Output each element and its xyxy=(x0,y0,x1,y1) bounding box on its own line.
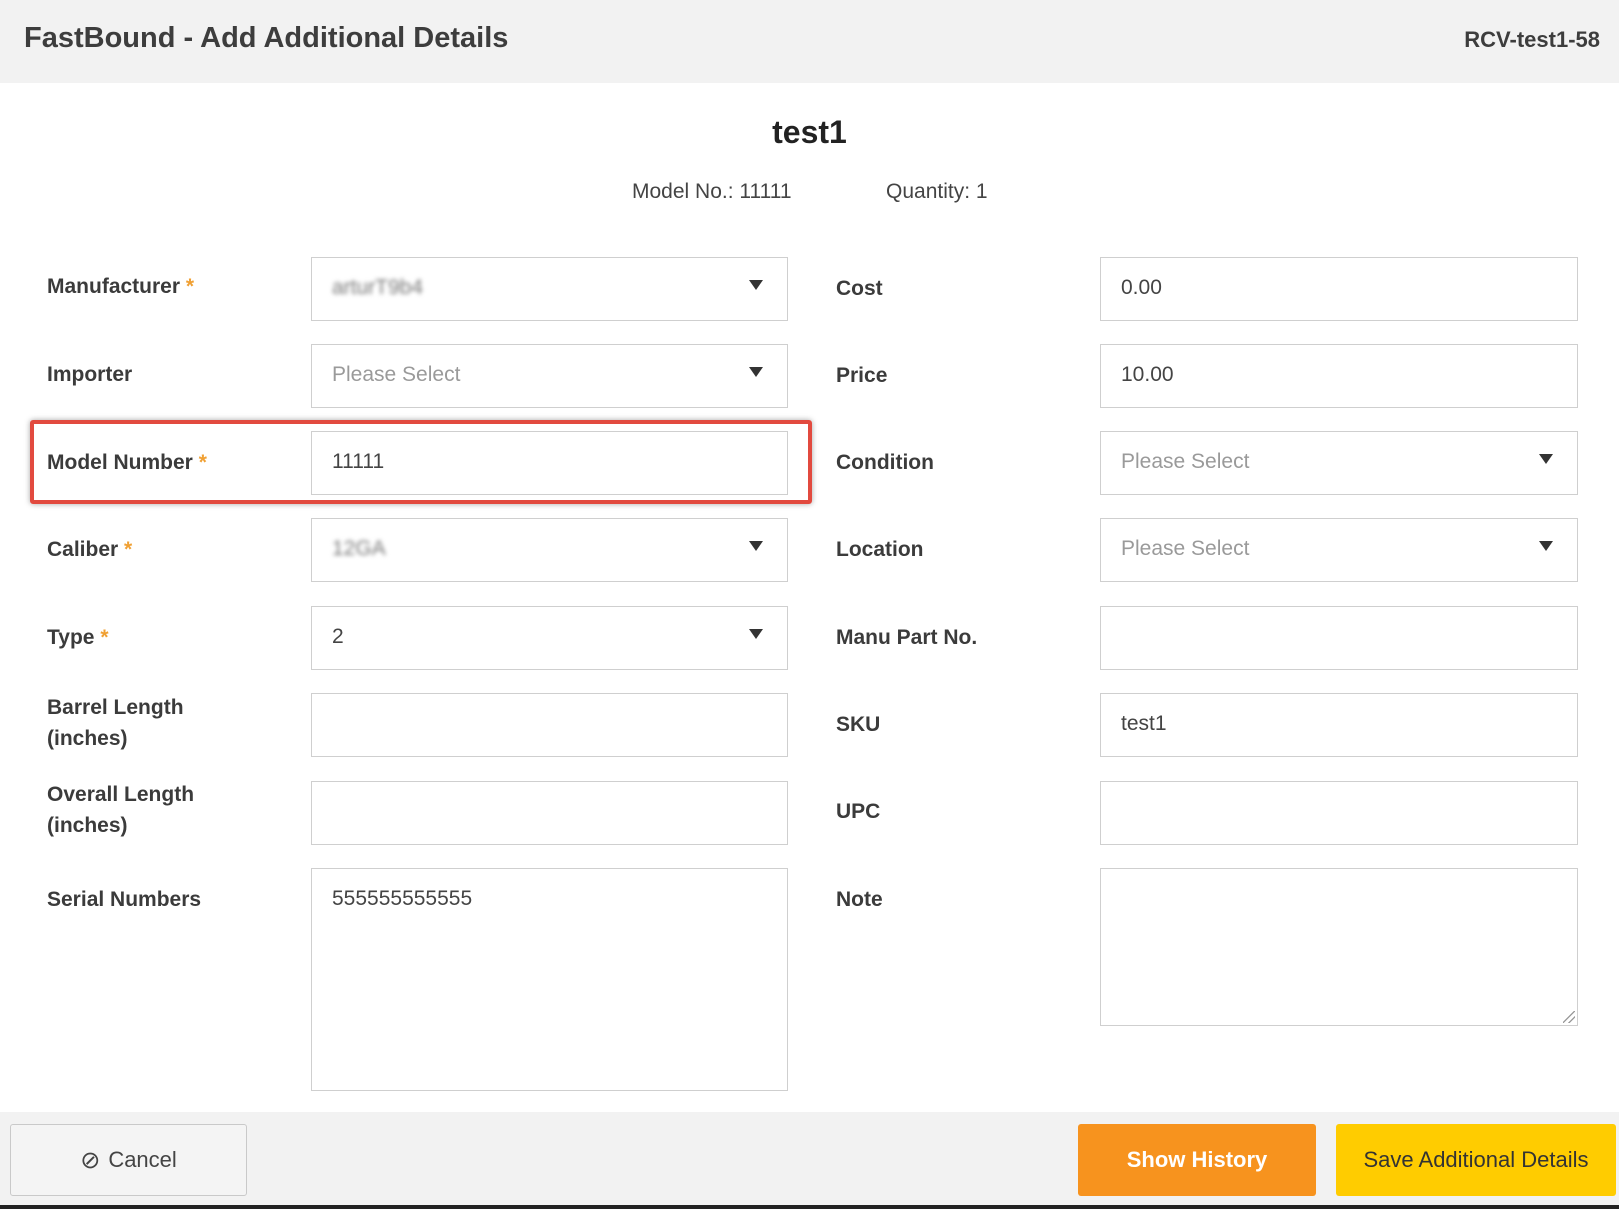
manufacturer-label: Manufacturer * xyxy=(47,275,195,298)
note-label: Note xyxy=(836,888,883,911)
location-label: Location xyxy=(836,538,924,561)
manu-part-no-label: Manu Part No. xyxy=(836,626,978,649)
upc-label: UPC xyxy=(836,800,881,823)
importer-select[interactable]: Please Select xyxy=(311,344,788,408)
cancel-button[interactable]: ⊘ Cancel xyxy=(10,1124,247,1196)
caliber-select[interactable]: 12GA xyxy=(311,518,788,582)
required-asterisk: * xyxy=(185,275,195,298)
required-asterisk: * xyxy=(124,538,133,561)
serial-numbers-textarea[interactable]: 555555555555 xyxy=(311,868,788,1091)
chevron-down-icon xyxy=(749,541,763,551)
manu-part-no-input[interactable] xyxy=(1100,606,1578,670)
item-name: test1 xyxy=(772,114,847,150)
sku-label: SKU xyxy=(836,713,881,736)
sku-input[interactable]: test1 xyxy=(1100,693,1578,757)
caliber-label: Caliber * xyxy=(47,538,133,561)
resize-handle-icon[interactable] xyxy=(1563,1011,1575,1023)
manufacturer-value: arturT9b4 xyxy=(332,276,424,299)
overall-length-input[interactable] xyxy=(311,781,788,845)
upc-input[interactable] xyxy=(1100,781,1578,845)
condition-label: Condition xyxy=(836,451,934,474)
importer-placeholder: Please Select xyxy=(332,363,461,386)
manufacturer-select[interactable]: arturT9b4 xyxy=(311,257,788,321)
note-textarea[interactable] xyxy=(1100,868,1578,1026)
page-title: FastBound - Add Additional Details xyxy=(24,22,509,54)
chevron-down-icon xyxy=(1539,541,1553,551)
receipt-code: RCV-test1-58 xyxy=(1464,27,1600,52)
location-select[interactable]: Please Select xyxy=(1100,518,1578,582)
required-asterisk: * xyxy=(100,626,109,649)
show-history-button[interactable]: Show History xyxy=(1078,1124,1316,1196)
add-additional-details-page: FastBound - Add Additional Details RCV-t… xyxy=(0,0,1619,1209)
ban-icon: ⊘ xyxy=(80,1146,101,1174)
condition-select[interactable]: Please Select xyxy=(1100,431,1578,495)
save-additional-details-button[interactable]: Save Additional Details xyxy=(1336,1124,1616,1196)
barrel-length-label: Barrel Length (inches) xyxy=(47,696,184,750)
barrel-length-input[interactable] xyxy=(311,693,788,757)
cost-input[interactable]: 0.00 xyxy=(1100,257,1578,321)
importer-label: Importer xyxy=(47,363,133,386)
cost-label: Cost xyxy=(836,277,883,300)
type-select[interactable]: 2 xyxy=(311,606,788,670)
type-label: Type * xyxy=(47,626,109,649)
header-bar: FastBound - Add Additional Details RCV-t… xyxy=(0,0,1619,83)
model-no-info: Model No.: 11111 xyxy=(632,180,792,203)
quantity-info: Quantity: 1 xyxy=(886,180,988,203)
caliber-value: 12GA xyxy=(332,537,386,560)
serial-numbers-label: Serial Numbers xyxy=(47,888,202,911)
chevron-down-icon xyxy=(749,367,763,377)
chevron-down-icon xyxy=(749,629,763,639)
overall-length-label: Overall Length (inches) xyxy=(47,783,195,837)
price-input[interactable]: 10.00 xyxy=(1100,344,1578,408)
price-label: Price xyxy=(836,364,888,387)
chevron-down-icon xyxy=(749,280,763,290)
chevron-down-icon xyxy=(1539,454,1553,464)
model-number-highlight xyxy=(30,420,812,504)
